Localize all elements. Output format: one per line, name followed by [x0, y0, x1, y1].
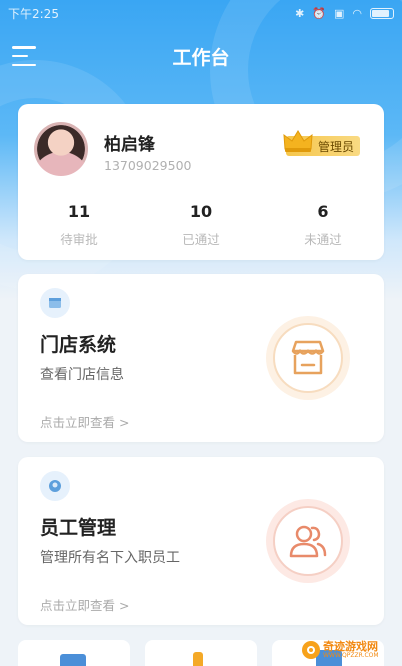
- alarm-icon: ⏰: [312, 6, 326, 20]
- bottom-module-icon: [193, 652, 203, 666]
- battery-icon: [370, 7, 394, 19]
- store-small-icon: [40, 288, 70, 318]
- page-title: 工作台: [172, 46, 230, 69]
- view-now-link[interactable]: 点击立即查看 >: [40, 412, 129, 431]
- wifi-icon: ◠: [352, 6, 362, 20]
- view-now-link[interactable]: 点击立即查看 >: [40, 595, 129, 614]
- stat-label: 未通过: [304, 232, 342, 247]
- staff-small-icon: [40, 471, 70, 501]
- user-name: 柏启锋: [104, 135, 155, 155]
- watermark-url: WWW.QPZZR.COM: [323, 652, 379, 659]
- store-icon: [291, 340, 325, 375]
- watermark-text: 奇迹游戏网: [323, 640, 378, 653]
- bottom-module-card[interactable]: [18, 640, 130, 666]
- crown-icon: [283, 130, 313, 152]
- profile-card[interactable]: 柏启锋 13709029500 管理员 11 待审批 10 已通过 6 未通过: [18, 104, 384, 260]
- bluetooth-icon: ✱: [295, 6, 305, 20]
- status-time: 下午2:25: [8, 6, 59, 21]
- stat-label: 待审批: [60, 232, 98, 247]
- stat-value: 11: [67, 202, 91, 221]
- status-icons: ✱ ⏰ ▣ ◠: [295, 7, 394, 20]
- module-title: 门店系统: [40, 334, 117, 356]
- watermark: 奇迹游戏网 WWW.QPZZR.COM: [302, 638, 398, 662]
- stat-label: 已通过: [182, 232, 220, 247]
- module-subtitle: 查看门店信息: [40, 367, 124, 383]
- module-subtitle: 管理所有名下入职员工: [40, 550, 180, 566]
- menu-icon[interactable]: [12, 46, 38, 66]
- stat-pending[interactable]: 11 待审批: [18, 202, 140, 248]
- stat-value: 10: [189, 202, 213, 221]
- avatar[interactable]: [34, 122, 88, 176]
- store-icon-circle: [266, 316, 350, 400]
- module-title: 员工管理: [40, 517, 117, 539]
- sim-icon: ▣: [333, 6, 345, 20]
- status-bar: 下午2:25 ✱ ⏰ ▣ ◠: [0, 0, 402, 26]
- stat-value: 6: [317, 202, 329, 221]
- user-phone: 13709029500: [104, 158, 192, 173]
- role-badge: 管理员: [283, 130, 360, 156]
- navbar: 工作台: [0, 36, 402, 76]
- staff-icon: [289, 525, 327, 558]
- approval-stats: 11 待审批 10 已通过 6 未通过: [18, 202, 384, 248]
- bottom-module-card[interactable]: [145, 640, 257, 666]
- staff-icon-circle: [266, 499, 350, 583]
- store-system-card[interactable]: 门店系统 查看门店信息 点击立即查看 >: [18, 274, 384, 442]
- stat-approved[interactable]: 10 已通过: [140, 202, 262, 248]
- staff-management-card[interactable]: 员工管理 管理所有名下入职员工 点击立即查看 >: [18, 457, 384, 625]
- stat-rejected[interactable]: 6 未通过: [262, 202, 384, 248]
- watermark-logo-icon: [302, 641, 320, 659]
- role-badge-label: 管理员: [317, 139, 354, 154]
- bottom-module-icon: [60, 654, 86, 666]
